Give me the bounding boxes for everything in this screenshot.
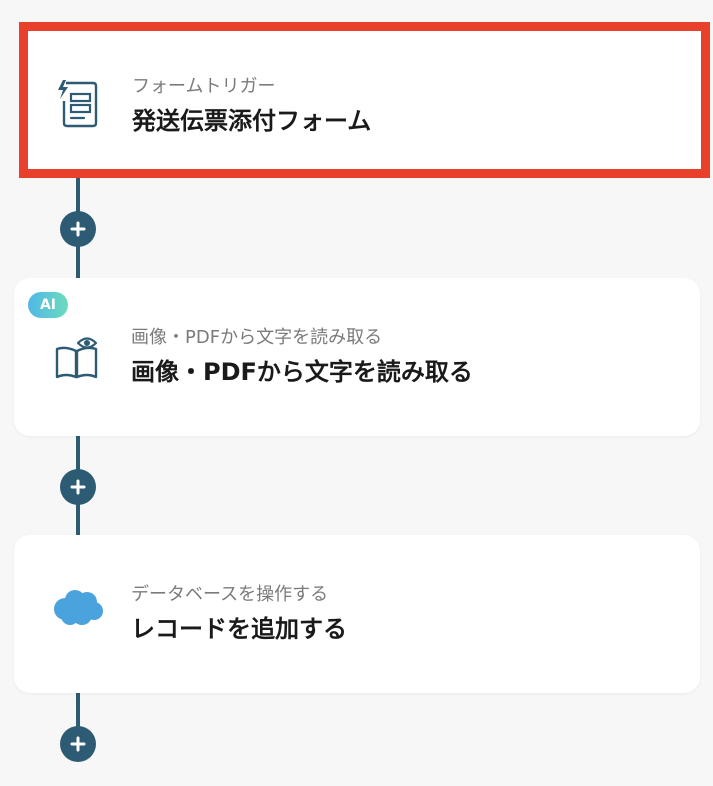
step-subtitle: 画像・PDFから文字を読み取る (131, 327, 383, 348)
step-subtitle: フォームトリガー (132, 76, 276, 97)
step-title: 画像・PDFから文字を読み取る (131, 358, 473, 386)
step-title: 発送伝票添付フォーム (132, 107, 372, 135)
add-step-button[interactable] (60, 469, 96, 505)
plus-icon (70, 221, 86, 237)
book-eye-icon (52, 332, 102, 382)
step-title: レコードを追加する (131, 615, 347, 643)
plus-icon (70, 736, 86, 752)
step-text: 画像・PDFから文字を読み取る 画像・PDFから文字を読み取る (131, 327, 473, 387)
step-card-ocr[interactable]: AI 画像・PDFから文字を読み取る 画像・PDFから文字を読み取る (14, 278, 700, 436)
step-card-form-trigger[interactable]: フォームトリガー 発送伝票添付フォーム (19, 22, 710, 178)
step-subtitle: データベースを操作する (131, 584, 329, 605)
add-step-button[interactable] (60, 726, 96, 762)
form-icon (53, 77, 103, 128)
salesforce-cloud-icon (52, 587, 104, 637)
plus-icon (70, 479, 86, 495)
add-step-button[interactable] (60, 211, 96, 247)
step-text: フォームトリガー 発送伝票添付フォーム (132, 76, 371, 136)
step-card-salesforce[interactable]: データベースを操作する レコードを追加する (14, 535, 700, 693)
step-text: データベースを操作する レコードを追加する (131, 584, 347, 644)
ai-badge: AI (28, 292, 68, 318)
